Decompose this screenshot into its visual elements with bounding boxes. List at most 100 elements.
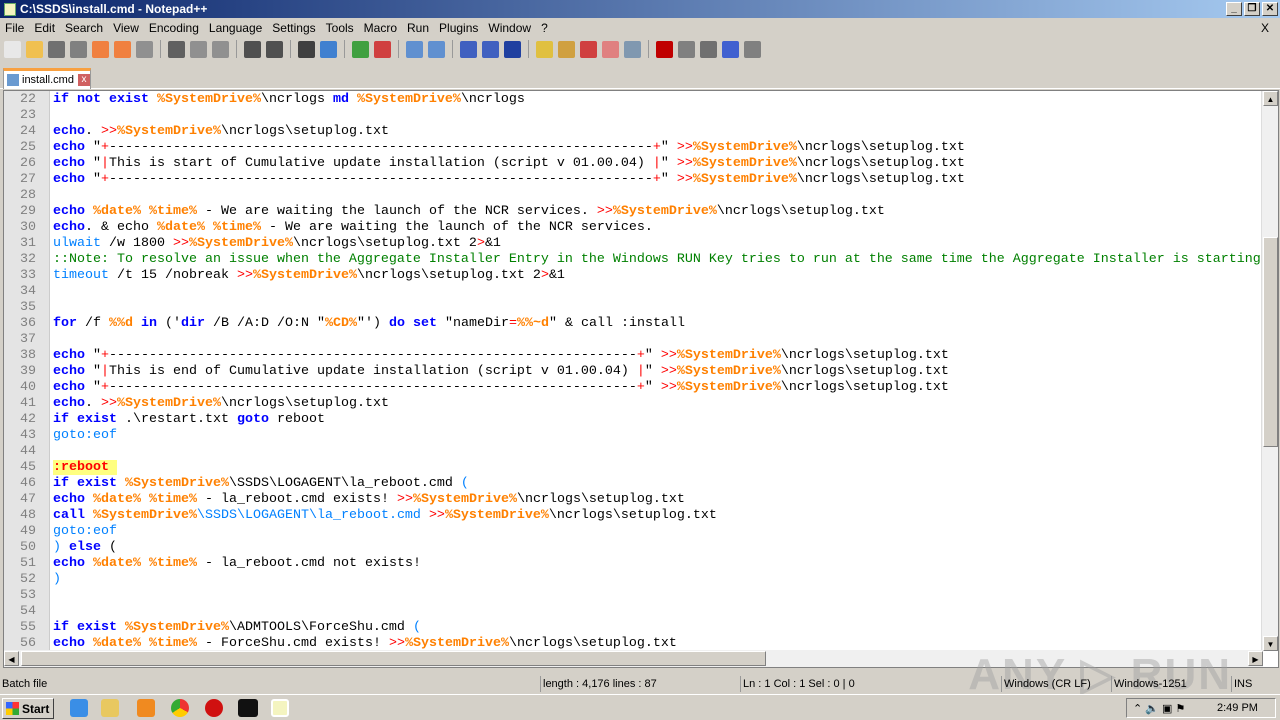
save-icon[interactable] <box>48 40 65 58</box>
code-line[interactable]: 35 <box>4 300 1261 316</box>
code-line[interactable]: 32::Note: To resolve an issue when the A… <box>4 252 1261 268</box>
menu-plugins[interactable]: Plugins <box>434 21 483 35</box>
code-line[interactable]: 47 echo %date% %time% - la_reboot.cmd exi… <box>4 492 1261 508</box>
status-eol[interactable]: Windows (CR LF) <box>1001 676 1091 692</box>
explorer-folder-icon[interactable] <box>101 699 119 717</box>
doc-map-icon[interactable] <box>558 40 575 58</box>
vertical-scrollbar[interactable]: ▲ ▼ <box>1261 91 1278 651</box>
code-line[interactable]: 42 if exist .\restart.txt goto reboot <box>4 412 1261 428</box>
undo-icon[interactable] <box>244 40 261 58</box>
menu-search[interactable]: Search <box>60 21 108 35</box>
code-line[interactable]: 36 for /f %%d in ('dir /B /A:D /O:N "%CD%… <box>4 316 1261 332</box>
code-line[interactable]: 52) <box>4 572 1261 588</box>
menu-help[interactable]: ? <box>536 21 553 35</box>
media-player-icon[interactable] <box>137 699 155 717</box>
menu-language[interactable]: Language <box>204 21 267 35</box>
code-line[interactable]: 30 echo. & echo %date% %time% - We are wa… <box>4 220 1261 236</box>
scroll-up-icon[interactable]: ▲ <box>1263 91 1278 106</box>
code-line[interactable]: 48 call %SystemDrive%\SSDS\LOGAGENT\la_re… <box>4 508 1261 524</box>
internet-explorer-icon[interactable] <box>70 699 88 717</box>
scroll-down-icon[interactable]: ▼ <box>1263 636 1278 651</box>
start-button[interactable]: Start <box>2 698 54 719</box>
code-line[interactable]: 41 echo. >>%SystemDrive%\ncrlogs\setuplog… <box>4 396 1261 412</box>
code-line[interactable]: 25 echo "+-------------------------------… <box>4 140 1261 156</box>
code-line[interactable]: 26 echo "|This is start of Cumulative upd… <box>4 156 1261 172</box>
scroll-right-icon[interactable]: ▶ <box>1248 651 1263 666</box>
minimize-button[interactable]: _ <box>1226 2 1242 16</box>
status-encoding[interactable]: Windows-1251 <box>1111 676 1187 692</box>
menu-settings[interactable]: Settings <box>267 21 320 35</box>
scroll-left-icon[interactable]: ◀ <box>4 651 19 666</box>
close-document-button[interactable]: X <box>1256 21 1274 35</box>
chrome-icon[interactable] <box>171 699 189 717</box>
save-all-icon[interactable] <box>70 40 87 58</box>
word-wrap-icon[interactable] <box>460 40 477 58</box>
code-line[interactable]: 45:reboot <box>4 460 1261 476</box>
code-line[interactable]: 51 echo %date% %time% - la_reboot.cmd not… <box>4 556 1261 572</box>
record-macro-icon[interactable] <box>656 40 673 58</box>
opera-icon[interactable] <box>205 699 223 717</box>
close-all-icon[interactable] <box>114 40 131 58</box>
show-all-chars-icon[interactable] <box>482 40 499 58</box>
close-button[interactable]: ✕ <box>1262 2 1278 16</box>
code-line[interactable]: 29 echo %date% %time% - We are waiting th… <box>4 204 1261 220</box>
code-line[interactable]: 54 <box>4 604 1261 620</box>
redo-icon[interactable] <box>266 40 283 58</box>
code-line[interactable]: 50) else ( <box>4 540 1261 556</box>
status-insert-mode[interactable]: INS <box>1231 676 1252 692</box>
find-icon[interactable] <box>298 40 315 58</box>
code-line[interactable]: 33 timeout /t 15 /nobreak >>%SystemDrive%… <box>4 268 1261 284</box>
code-line[interactable]: 46 if exist %SystemDrive%\SSDS\LOGAGENT\l… <box>4 476 1261 492</box>
copy-icon[interactable] <box>190 40 207 58</box>
code-line[interactable]: 55 if exist %SystemDrive%\ADMTOOLS\ForceS… <box>4 620 1261 636</box>
cmd-icon[interactable] <box>238 699 258 717</box>
code-line[interactable]: 34 <box>4 284 1261 300</box>
save-macro-icon[interactable] <box>744 40 761 58</box>
menu-edit[interactable]: Edit <box>29 21 60 35</box>
code-editor[interactable]: 22 if not exist %SystemDrive%\ncrlogs md … <box>3 90 1279 668</box>
replace-icon[interactable] <box>320 40 337 58</box>
folder-workspace-icon[interactable] <box>602 40 619 58</box>
tray-icons[interactable]: ⌃ 🔈 ▣ ⚑ <box>1133 702 1185 715</box>
zoom-in-icon[interactable] <box>352 40 369 58</box>
code-line[interactable]: 44 <box>4 444 1261 460</box>
zoom-out-icon[interactable] <box>374 40 391 58</box>
indent-guide-icon[interactable] <box>504 40 521 58</box>
menu-view[interactable]: View <box>108 21 144 35</box>
code-line[interactable]: 49 goto:eof <box>4 524 1261 540</box>
play-macro-icon[interactable] <box>700 40 717 58</box>
menu-macro[interactable]: Macro <box>359 21 402 35</box>
close-icon[interactable] <box>92 40 109 58</box>
code-line[interactable]: 23 <box>4 108 1261 124</box>
code-line[interactable]: 31 ulwait /w 1800 >>%SystemDrive%\ncrlogs… <box>4 236 1261 252</box>
horizontal-scroll-thumb[interactable] <box>21 651 766 666</box>
code-line[interactable]: 38 echo "+-------------------------------… <box>4 348 1261 364</box>
stop-record-icon[interactable] <box>678 40 695 58</box>
notepadpp-taskbar-icon[interactable] <box>271 699 289 717</box>
open-icon[interactable] <box>26 40 43 58</box>
code-line[interactable]: 22 if not exist %SystemDrive%\ncrlogs md … <box>4 92 1261 108</box>
code-line[interactable]: 39 echo "|This is end of Cumulative updat… <box>4 364 1261 380</box>
function-list-icon[interactable] <box>580 40 597 58</box>
tab-close-icon[interactable]: x <box>77 74 90 86</box>
sync-v-icon[interactable] <box>406 40 423 58</box>
menu-run[interactable]: Run <box>402 21 434 35</box>
code-line[interactable]: 28 <box>4 188 1261 204</box>
monitor-icon[interactable] <box>624 40 641 58</box>
code-line[interactable]: 24 echo. >>%SystemDrive%\ncrlogs\setuplog… <box>4 124 1261 140</box>
code-line[interactable]: 37 <box>4 332 1261 348</box>
run-macro-multiple-icon[interactable] <box>722 40 739 58</box>
udl-icon[interactable] <box>536 40 553 58</box>
new-icon[interactable] <box>4 40 21 58</box>
menu-file[interactable]: File <box>0 21 29 35</box>
code-line[interactable]: 40 echo "+-------------------------------… <box>4 380 1261 396</box>
code-line[interactable]: 27 echo "+-------------------------------… <box>4 172 1261 188</box>
menu-encoding[interactable]: Encoding <box>144 21 204 35</box>
menu-window[interactable]: Window <box>483 21 536 35</box>
tab-install-cmd[interactable]: install.cmd x <box>3 68 91 89</box>
paste-icon[interactable] <box>212 40 229 58</box>
menu-tools[interactable]: Tools <box>321 21 359 35</box>
code-line[interactable]: 43 goto:eof <box>4 428 1261 444</box>
print-icon[interactable] <box>136 40 153 58</box>
code-line[interactable]: 53 <box>4 588 1261 604</box>
